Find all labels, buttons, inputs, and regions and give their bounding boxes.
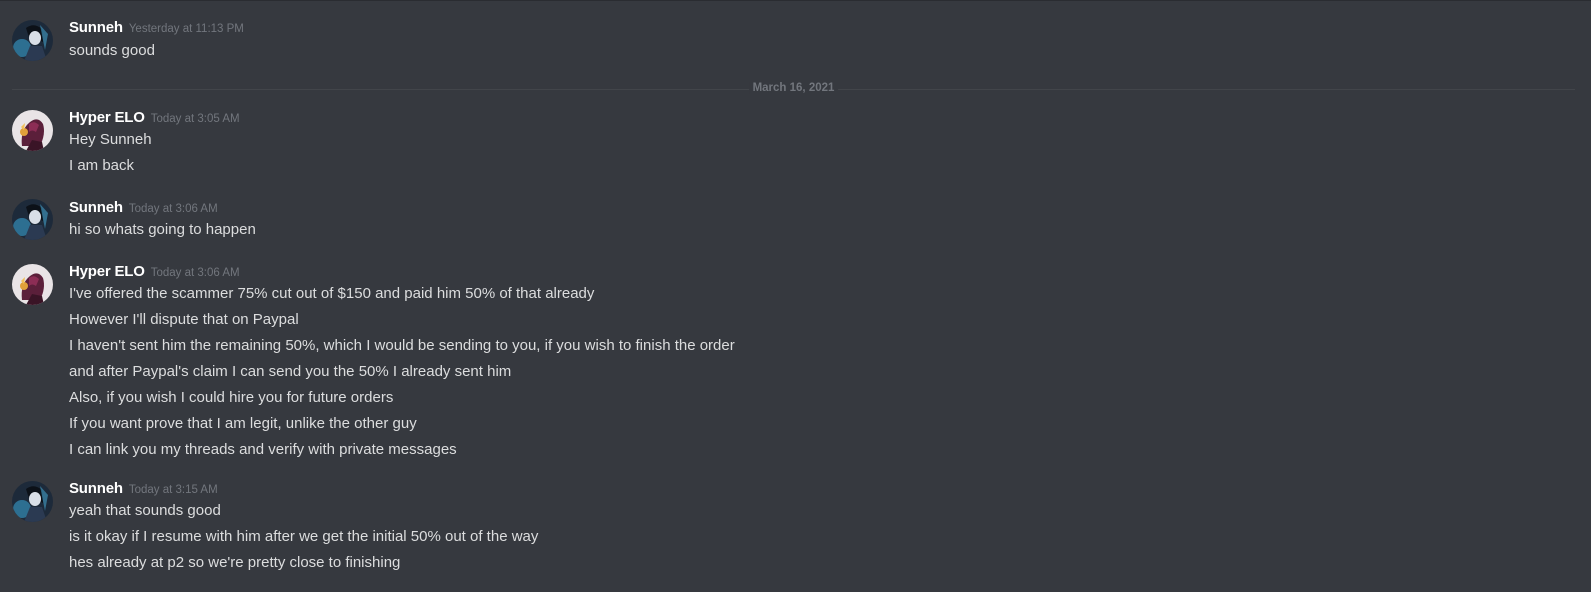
message-line: If you want prove that I am legit, unlik… <box>69 415 417 432</box>
username[interactable]: Sunneh <box>69 480 123 497</box>
sunneh-avatar-icon[interactable] <box>12 481 53 522</box>
message-line: is it okay if I resume with him after we… <box>69 528 539 545</box>
date-divider-label: March 16, 2021 <box>748 82 839 94</box>
timestamp[interactable]: Today at 3:15 AM <box>129 484 218 496</box>
message-line: and after Paypal's claim I can send you … <box>69 363 512 380</box>
message-header: Sunneh Today at 3:06 AM <box>69 199 218 219</box>
timestamp[interactable]: Today at 3:06 AM <box>151 267 240 279</box>
message-line: yeah that sounds good <box>69 502 221 519</box>
sunneh-avatar-icon[interactable] <box>12 20 53 61</box>
timestamp[interactable]: Yesterday at 11:13 PM <box>129 23 244 35</box>
timestamp[interactable]: Today at 3:06 AM <box>129 203 218 215</box>
date-divider: March 16, 2021 <box>12 82 1575 94</box>
hyper-elo-avatar-icon[interactable] <box>12 110 53 151</box>
sunneh-avatar-icon[interactable] <box>12 199 53 240</box>
message-header: Sunneh Today at 3:15 AM <box>69 480 218 500</box>
hyper-elo-avatar-icon[interactable] <box>12 264 53 305</box>
message-line: Also, if you wish I could hire you for f… <box>69 389 394 406</box>
message-line: I haven't sent him the remaining 50%, wh… <box>69 337 735 354</box>
username[interactable]: Hyper ELO <box>69 263 145 280</box>
timestamp[interactable]: Today at 3:05 AM <box>151 113 240 125</box>
username[interactable]: Sunneh <box>69 199 123 216</box>
chat-messages: Sunneh Yesterday at 11:13 PM sounds good … <box>0 0 1591 592</box>
message-header: Hyper ELO Today at 3:05 AM <box>69 109 240 129</box>
message-line: However I'll dispute that on Paypal <box>69 311 299 328</box>
message-line: I am back <box>69 157 135 174</box>
message-line: I've offered the scammer 75% cut out of … <box>69 285 595 302</box>
message-line: hi so whats going to happen <box>69 221 256 238</box>
message-line: sounds good <box>69 42 155 59</box>
username[interactable]: Hyper ELO <box>69 109 145 126</box>
message-line: I can link you my threads and verify wit… <box>69 441 457 458</box>
username[interactable]: Sunneh <box>69 19 123 36</box>
message-line: hes already at p2 so we're pretty close … <box>69 554 401 571</box>
message-header: Hyper ELO Today at 3:06 AM <box>69 263 240 283</box>
message-header: Sunneh Yesterday at 11:13 PM <box>69 19 244 39</box>
message-line: Hey Sunneh <box>69 131 152 148</box>
